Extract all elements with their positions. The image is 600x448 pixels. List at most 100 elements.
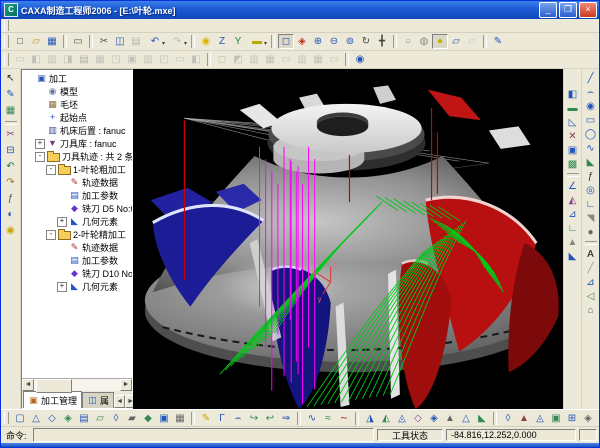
solid-chamfer-button[interactable]: ▣ xyxy=(156,411,172,426)
sketch-pen-button[interactable]: ✎ xyxy=(490,34,506,49)
profile-tool-button[interactable]: ⌂ xyxy=(583,303,598,317)
print-button[interactable]: ▭ xyxy=(70,34,86,49)
pan-view-button[interactable]: ╋ xyxy=(374,34,390,49)
perspective-1-button[interactable]: ▱ xyxy=(448,34,464,49)
zoom-in-button[interactable]: ⊕ xyxy=(310,34,326,49)
tree-item-machining-root[interactable]: ▣ 加工 xyxy=(24,72,132,85)
transform-op-3[interactable]: ◬ xyxy=(532,411,548,426)
feature-tool-3[interactable]: ◺ xyxy=(565,115,580,129)
perspective-2-button[interactable]: ▱ xyxy=(464,34,480,49)
tree-item-rough-machining[interactable]: - 1-叶轮粗加工 xyxy=(24,163,132,176)
zoom-out-button[interactable]: ⊖ xyxy=(326,34,342,49)
transform-op-1[interactable]: ◊ xyxy=(500,411,516,426)
tree-expander[interactable]: - xyxy=(46,165,56,175)
toolbar-grip[interactable] xyxy=(4,53,9,67)
feature-tool-6[interactable]: ▩ xyxy=(565,157,580,171)
curve-extend-button[interactable]: ↪ xyxy=(246,411,262,426)
solid-sweep-button[interactable]: ◊ xyxy=(108,411,124,426)
solid-loft-button[interactable]: ▱ xyxy=(92,411,108,426)
solid-fillet-button[interactable]: ◆ xyxy=(140,411,156,426)
circle-tool-button[interactable]: ◉ xyxy=(583,99,598,113)
spline-smooth-button[interactable]: ≈ xyxy=(320,411,336,426)
toolbar2-btn-4[interactable]: ◨ xyxy=(60,52,76,67)
light-button[interactable]: ◉ xyxy=(198,34,214,49)
tree-expander[interactable]: + xyxy=(35,139,45,149)
surface-op-8[interactable]: ◣ xyxy=(474,411,490,426)
sketch-edit-button[interactable]: ✎ xyxy=(3,87,19,102)
toolbar2-btn-17[interactable]: ▭ xyxy=(278,52,294,67)
curve-arc-button[interactable]: ⌢ xyxy=(230,411,246,426)
visibility-tool-button[interactable]: ◐ xyxy=(3,207,19,222)
curve-corner-button[interactable]: Γ xyxy=(214,411,230,426)
solid-box-button[interactable]: ▢ xyxy=(12,411,28,426)
curve-return-button[interactable]: ↩ xyxy=(262,411,278,426)
ellipse-tool-button[interactable]: ◯ xyxy=(583,127,598,141)
feature-tool-7[interactable]: ∠ xyxy=(565,179,580,193)
tree-item-tool-library[interactable]: + ▼ 刀具库 : fanuc xyxy=(24,137,132,150)
transform-op-5[interactable]: ⊞ xyxy=(564,411,580,426)
tree-item-geometry-1[interactable]: + ◣ 几何元素 xyxy=(24,215,132,228)
tree-item-blank[interactable]: ▦ 毛坯 xyxy=(24,98,132,111)
feature-tool-11[interactable]: ▲ xyxy=(565,235,580,249)
scroll-right-button[interactable]: ► xyxy=(120,379,132,391)
line-tool-button[interactable]: ╱ xyxy=(583,71,598,85)
tree-item-post-processor[interactable]: ▥ 机床后置 : fanuc xyxy=(24,124,132,137)
toolbar2-btn-9[interactable]: ▥ xyxy=(140,52,156,67)
rectangle-tool-button[interactable]: ▭ xyxy=(583,113,598,127)
tree-item-toolpaths[interactable]: - 刀具轨迹 : 共 2 条 xyxy=(24,150,132,163)
title-bar[interactable]: C CAXA制造工程师2006 - [E:\叶轮.mxe] _ ❐ × xyxy=(1,1,599,19)
spin-tool-button[interactable]: ◉ xyxy=(352,52,368,67)
tree-item-cutter-2[interactable]: ◆ 铣刀 D10 No:0 xyxy=(24,267,132,280)
solid-revolve-button[interactable]: ▰ xyxy=(124,411,140,426)
toolbar2-btn-7[interactable]: ◳ xyxy=(108,52,124,67)
tree-item-parameters-2[interactable]: ▤ 加工参数 xyxy=(24,254,132,267)
menu-machining[interactable] xyxy=(68,25,82,27)
redo-tool-button[interactable]: ↷ xyxy=(3,175,19,190)
toolbar2-btn-11[interactable]: ▭ xyxy=(172,52,188,67)
fill-tool-button[interactable]: ◥ xyxy=(583,211,598,225)
toolbar-grip[interactable] xyxy=(4,20,9,30)
tree-item-parameters-1[interactable]: ▤ 加工参数 xyxy=(24,189,132,202)
feature-tool-5[interactable]: ▣ xyxy=(565,143,580,157)
spline-fit-button[interactable]: ∿ xyxy=(304,411,320,426)
tree-item-finish-machining[interactable]: - 2-叶轮精加工 xyxy=(24,228,132,241)
scrollbar-thumb[interactable] xyxy=(36,379,72,393)
open-file-button[interactable]: ▱ xyxy=(28,34,44,49)
curve-pen-button[interactable]: ✎ xyxy=(198,411,214,426)
scrollbar-track[interactable] xyxy=(34,379,120,391)
menu-edit[interactable] xyxy=(26,25,40,27)
surface-tool-button[interactable]: ◣ xyxy=(583,155,598,169)
surface-op-4[interactable]: ◇ xyxy=(410,411,426,426)
tree-item-cutter-1[interactable]: ◆ 铣刀 D5 No:0 R xyxy=(24,202,132,215)
tree-item-path-data-1[interactable]: ✎ 轨迹数据 xyxy=(24,176,132,189)
toolbar2-btn-12[interactable]: ◧ xyxy=(188,52,204,67)
spline-tool-button[interactable]: ∿ xyxy=(583,141,598,155)
redo-button[interactable]: ↷ xyxy=(166,34,188,49)
toolbar2-btn-2[interactable]: ◧ xyxy=(28,52,44,67)
surface-op-6[interactable]: ▲ xyxy=(442,411,458,426)
sphere-tool-button[interactable]: ● xyxy=(583,225,598,239)
menu-comm[interactable] xyxy=(110,25,124,27)
feature-tool-10[interactable]: ∟ xyxy=(565,221,580,235)
solid-shell-button[interactable]: ▦ xyxy=(172,411,188,426)
toolbar2-btn-3[interactable]: ▥ xyxy=(44,52,60,67)
tree-expander[interactable]: + xyxy=(57,217,67,227)
sketch-line-button[interactable]: ╱ xyxy=(583,261,598,275)
surface-op-1[interactable]: ◮ xyxy=(362,411,378,426)
redraw-button[interactable]: ◈ xyxy=(294,34,310,49)
toolbar2-btn-13[interactable]: ◻ xyxy=(214,52,230,67)
toolbar2-btn-16[interactable]: ▦ xyxy=(262,52,278,67)
toolbar-grip[interactable] xyxy=(4,412,9,425)
feature-tool-8[interactable]: ◭ xyxy=(565,193,580,207)
toolbar-grip[interactable] xyxy=(4,35,9,49)
toolbar2-btn-15[interactable]: ▥ xyxy=(246,52,262,67)
list-tool-button[interactable]: ⊟ xyxy=(3,143,19,158)
zoom-window-button[interactable]: ⊚ xyxy=(342,34,358,49)
toolbar2-btn-8[interactable]: ▣ xyxy=(124,52,140,67)
solid-sphere-button[interactable]: ◈ xyxy=(60,411,76,426)
transform-op-2[interactable]: ▲ xyxy=(516,411,532,426)
menu-help[interactable] xyxy=(124,25,138,27)
measure-tool-button[interactable]: ƒ xyxy=(3,191,19,206)
cut-button[interactable]: ✂ xyxy=(96,34,112,49)
tree-item-model[interactable]: ◉ 模型 xyxy=(24,85,132,98)
